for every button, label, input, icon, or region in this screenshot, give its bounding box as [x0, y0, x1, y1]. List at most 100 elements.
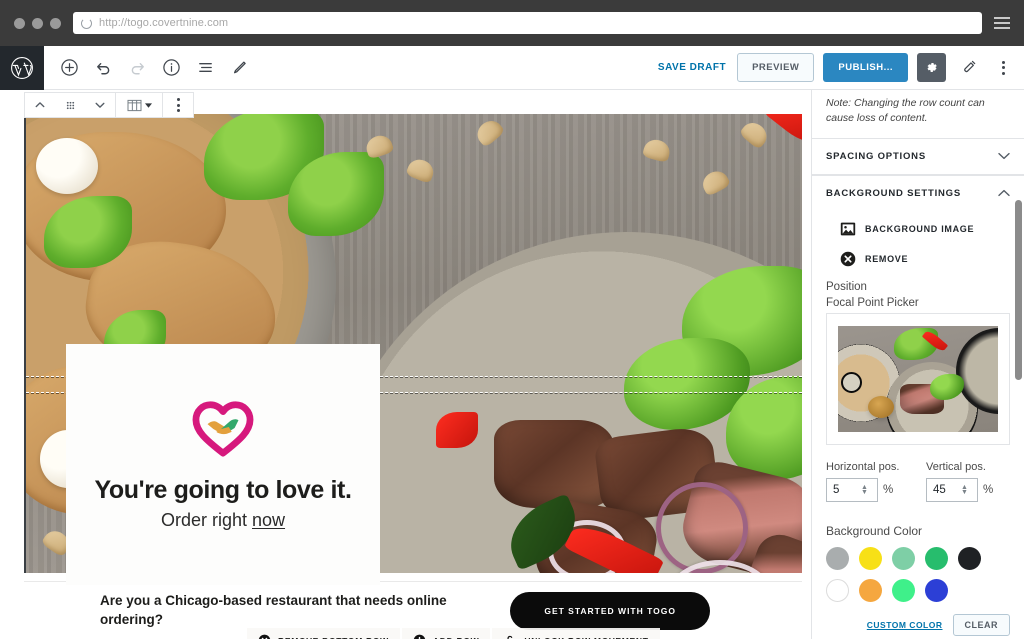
- wordpress-logo[interactable]: [0, 45, 44, 90]
- block-more-options-button[interactable]: [163, 93, 193, 117]
- save-draft-button[interactable]: SAVE DRAFT: [656, 58, 728, 77]
- unlock-row-movement-label: UNLOCK ROW MOVEMENT: [524, 636, 648, 639]
- horizontal-position-input[interactable]: [833, 483, 855, 496]
- add-block-button[interactable]: [54, 53, 84, 83]
- settings-sidebar: Note: Changing the row count can cause l…: [812, 90, 1024, 639]
- swatch-orange[interactable]: [859, 578, 882, 602]
- custom-color-button[interactable]: CUSTOM COLOR: [867, 620, 943, 630]
- swatch-yellow[interactable]: [859, 546, 882, 570]
- swatch-gray[interactable]: [826, 546, 849, 570]
- horizontal-percent-symbol: %: [883, 483, 894, 496]
- gear-icon: [927, 63, 937, 72]
- add-row-label: ADD ROW: [433, 636, 479, 639]
- horizontal-position-label: Horizontal pos.: [826, 460, 900, 473]
- hero-subtitle-prefix: Order right: [160, 509, 252, 530]
- remove-bottom-row-button[interactable]: REMOVE BOTTOM ROW: [247, 628, 400, 639]
- publish-button[interactable]: PUBLISH...: [823, 53, 908, 82]
- columns-layout-icon: [126, 99, 142, 111]
- browser-chrome: http://togo.covertnine.com: [0, 0, 1024, 46]
- hero-title: You're going to love it.: [94, 475, 352, 504]
- hero-subtitle-link[interactable]: now: [252, 510, 285, 530]
- vertical-position-input[interactable]: [933, 483, 955, 496]
- focal-point-picker-label: Focal Point Picker: [826, 296, 919, 309]
- move-block-down-button[interactable]: [85, 93, 115, 117]
- clear-color-button[interactable]: CLEAR: [952, 613, 1010, 636]
- position-fields: Horizontal pos. ▲▼ % Vertical pos.: [826, 461, 1010, 502]
- hero-subtitle: Order right now: [161, 510, 285, 531]
- url-text: http://togo.covertnine.com: [99, 17, 229, 29]
- remove-bottom-row-label: REMOVE BOTTOM ROW: [278, 636, 389, 639]
- stepper-arrows-icon[interactable]: ▲ ▼: [861, 484, 868, 496]
- background-image-label: BACKGROUND IMAGE: [865, 223, 975, 234]
- background-settings-panel-header[interactable]: BACKGROUND SETTINGS: [812, 174, 1024, 211]
- spacing-options-panel-header[interactable]: SPACING OPTIONS: [812, 137, 1024, 175]
- position-label: Position: [826, 280, 867, 293]
- onion-ring-1: [656, 482, 748, 573]
- undo-button[interactable]: [88, 53, 118, 83]
- close-circle-icon: [840, 251, 856, 267]
- sauce-dollop-1: [36, 138, 98, 194]
- more-vertical-icon: [176, 98, 180, 112]
- swatch-spring-green[interactable]: [892, 578, 915, 602]
- editor-left-tools: [44, 53, 254, 83]
- unlock-row-movement-button[interactable]: UNLOCK ROW MOVEMENT: [492, 628, 660, 639]
- vertical-position-label: Vertical pos.: [926, 460, 986, 473]
- background-settings-body: BACKGROUND IMAGE REMOVE Position Focal P…: [812, 211, 1024, 639]
- reload-icon[interactable]: [81, 17, 92, 29]
- block-navigation-button[interactable]: [190, 53, 220, 83]
- background-color-swatches: [826, 546, 1002, 602]
- color-actions: CUSTOM COLOR CLEAR: [826, 613, 1010, 636]
- sidebar-scrollbar[interactable]: [1015, 200, 1022, 380]
- hero-content-card[interactable]: You're going to love it. Order right now: [66, 344, 380, 585]
- vertical-spinner-wrap: ▲▼ %: [926, 477, 1010, 502]
- red-tomato: [436, 412, 478, 448]
- preview-button[interactable]: PREVIEW: [737, 53, 815, 82]
- row-count-note: Note: Changing the row count can cause l…: [826, 97, 985, 124]
- address-bar[interactable]: http://togo.covertnine.com: [73, 12, 982, 34]
- swatch-black[interactable]: [958, 546, 981, 570]
- horizontal-spinner-wrap: ▲▼ %: [826, 477, 910, 502]
- swatch-mint[interactable]: [892, 546, 915, 570]
- chevron-up-icon: [998, 190, 1010, 197]
- settings-button[interactable]: [917, 53, 946, 82]
- redo-button[interactable]: [122, 53, 152, 83]
- image-icon: [840, 222, 856, 236]
- plugin-icon[interactable]: [955, 55, 981, 81]
- horizontal-position-field: Horizontal pos. ▲▼ %: [826, 461, 910, 502]
- chevron-down-icon: [998, 153, 1010, 160]
- drag-handle-icon: [66, 101, 74, 109]
- chevron-up-icon: [35, 102, 45, 108]
- heart-hands-logo: [192, 400, 254, 457]
- editor-toolbar: SAVE DRAFT PREVIEW PUBLISH...: [0, 45, 1024, 90]
- swatch-green[interactable]: [925, 546, 948, 570]
- row-actions-toolbar: REMOVE BOTTOM ROW ADD ROW UNLOCK ROW MOV…: [247, 628, 660, 639]
- drag-block-handle[interactable]: [55, 93, 85, 117]
- swatch-blue[interactable]: [925, 578, 948, 602]
- edit-mode-button[interactable]: [224, 53, 254, 83]
- hamburger-menu-icon[interactable]: [994, 17, 1010, 29]
- focal-point-picker[interactable]: [826, 312, 1010, 445]
- background-image-button[interactable]: BACKGROUND IMAGE: [840, 221, 1010, 237]
- maximize-window-dot[interactable]: [50, 17, 61, 29]
- below-hero-text: Are you a Chicago-based restaurant that …: [100, 593, 447, 627]
- vertical-position-stepper[interactable]: ▲▼: [926, 477, 978, 502]
- get-started-button[interactable]: GET STARTED WITH TOGO: [510, 591, 710, 630]
- block-toolbar: [24, 92, 194, 118]
- close-window-dot[interactable]: [14, 17, 25, 29]
- more-vertical-icon: [1001, 60, 1005, 75]
- spacing-options-title: SPACING OPTIONS: [826, 150, 926, 162]
- more-options-button[interactable]: [990, 55, 1016, 81]
- remove-background-button[interactable]: REMOVE: [840, 251, 1010, 267]
- minimize-window-dot[interactable]: [32, 17, 43, 29]
- caret-down-icon: [144, 102, 152, 108]
- add-row-button[interactable]: ADD ROW: [401, 628, 491, 639]
- horizontal-position-stepper[interactable]: ▲▼: [826, 477, 878, 502]
- remove-background-label: REMOVE: [865, 253, 909, 264]
- content-info-button[interactable]: [156, 53, 186, 83]
- column-layout-button[interactable]: [116, 93, 162, 117]
- swatch-white[interactable]: [826, 578, 849, 602]
- stepper-arrows-icon[interactable]: ▲ ▼: [961, 484, 968, 496]
- move-block-up-button[interactable]: [25, 93, 55, 117]
- unlock-icon: [507, 635, 513, 639]
- background-color-label: Background Color: [826, 523, 923, 538]
